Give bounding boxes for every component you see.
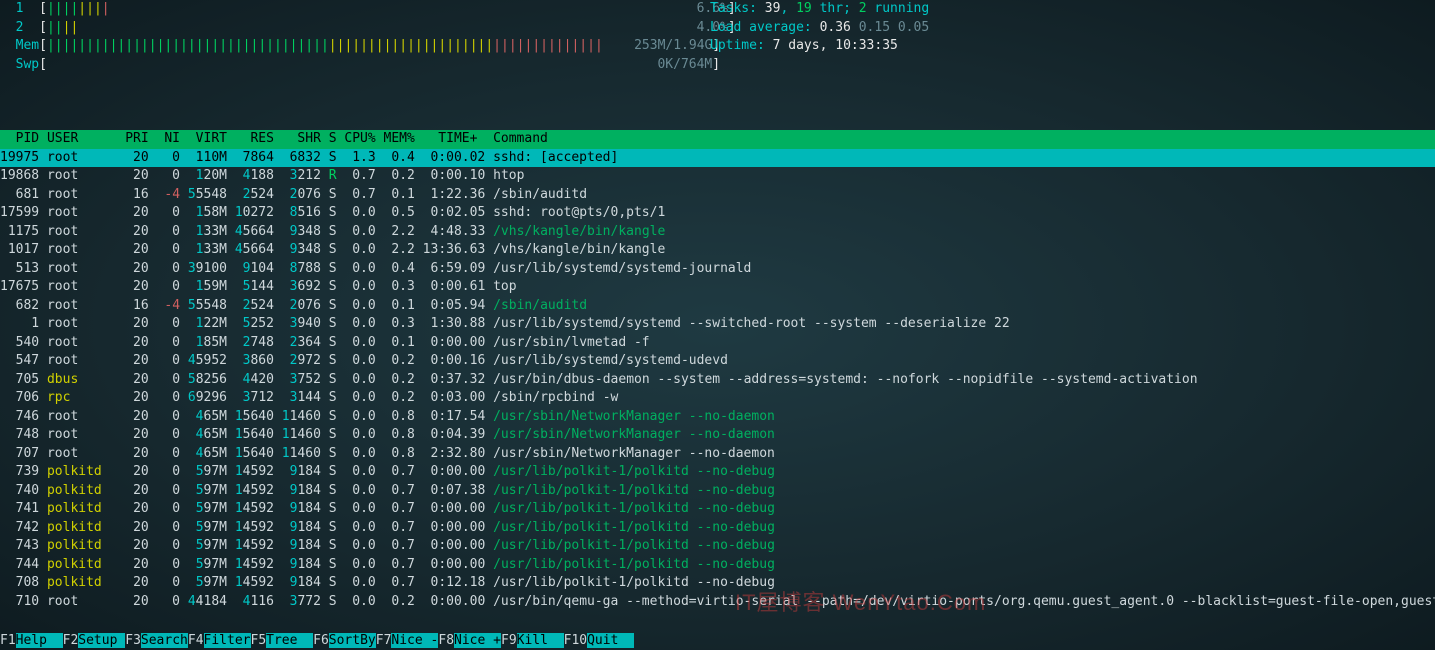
fkey-label[interactable]: Search (141, 633, 188, 648)
fkey-label[interactable]: Nice - (391, 633, 438, 648)
process-list[interactable]: PID USER PRI NI VIRT RES SHR S CPU% MEM%… (0, 130, 1435, 611)
load-line: Load average: 0.36 0.15 0.05 (710, 19, 929, 38)
cpu-meter: 2 [|||| 4.0%] (0, 19, 736, 38)
fkey-F9[interactable]: F9 (501, 633, 517, 648)
process-row[interactable]: 17599 root 20 0 158M 10272 8516 S 0.0 0.… (0, 204, 1435, 223)
fkey-F7[interactable]: F7 (376, 633, 392, 648)
fkey-F3[interactable]: F3 (125, 633, 141, 648)
process-row[interactable]: 739 polkitd 20 0 597M 14592 9184 S 0.0 0… (0, 463, 1435, 482)
fkey-F6[interactable]: F6 (313, 633, 329, 648)
fkey-label[interactable]: Nice + (454, 633, 501, 648)
fkey-F2[interactable]: F2 (63, 633, 79, 648)
meters-right: Tasks: 39, 19 thr; 2 runningLoad average… (710, 0, 929, 56)
process-row[interactable]: 707 root 20 0 465M 15640 11460 S 0.0 0.8… (0, 445, 1435, 464)
fkey-label[interactable]: Quit (587, 633, 634, 648)
process-row[interactable]: 748 root 20 0 465M 15640 11460 S 0.0 0.8… (0, 426, 1435, 445)
meters-left: 1 [|||||||| 6.6%] 2 [|||| 4.0%] Mem[||||… (0, 0, 736, 74)
process-row[interactable]: 682 root 16 -4 55548 2524 2076 S 0.0 0.1… (0, 297, 1435, 316)
process-row[interactable]: 17675 root 20 0 159M 5144 3692 S 0.0 0.3… (0, 278, 1435, 297)
process-row[interactable]: 19975 root 20 0 110M 7864 6832 S 1.3 0.4… (0, 149, 1435, 168)
fkey-F5[interactable]: F5 (251, 633, 267, 648)
process-row[interactable]: 513 root 20 0 39100 9104 8788 S 0.0 0.4 … (0, 260, 1435, 279)
fkey-F1[interactable]: F1 (0, 633, 16, 648)
process-row[interactable]: 681 root 16 -4 55548 2524 2076 S 0.7 0.1… (0, 186, 1435, 205)
fkey-label[interactable]: Filter (204, 633, 251, 648)
fkey-label[interactable]: Help (16, 633, 63, 648)
process-row[interactable]: 708 polkitd 20 0 597M 14592 9184 S 0.0 0… (0, 574, 1435, 593)
fkey-label[interactable]: Setup (78, 633, 125, 648)
fkey-label[interactable]: SortBy (329, 633, 376, 648)
process-row[interactable]: 746 root 20 0 465M 15640 11460 S 0.0 0.8… (0, 408, 1435, 427)
process-row[interactable]: 1175 root 20 0 133M 45664 9348 S 0.0 2.2… (0, 223, 1435, 242)
process-row[interactable]: 740 polkitd 20 0 597M 14592 9184 S 0.0 0… (0, 482, 1435, 501)
fkey-F4[interactable]: F4 (188, 633, 204, 648)
uptime-line: Uptime: 7 days, 10:33:35 (710, 37, 929, 56)
process-row[interactable]: 742 polkitd 20 0 597M 14592 9184 S 0.0 0… (0, 519, 1435, 538)
cpu-meter: 1 [|||||||| 6.6%] (0, 0, 736, 19)
process-row[interactable]: 19868 root 20 0 120M 4188 3212 R 0.7 0.2… (0, 167, 1435, 186)
process-row[interactable]: 743 polkitd 20 0 597M 14592 9184 S 0.0 0… (0, 537, 1435, 556)
process-row[interactable]: 1017 root 20 0 133M 45664 9348 S 0.0 2.2… (0, 241, 1435, 260)
process-row[interactable]: 741 polkitd 20 0 597M 14592 9184 S 0.0 0… (0, 500, 1435, 519)
process-row[interactable]: 744 polkitd 20 0 597M 14592 9184 S 0.0 0… (0, 556, 1435, 575)
mem-meter: Mem[||||||||||||||||||||||||||||||||||||… (0, 37, 736, 56)
process-header[interactable]: PID USER PRI NI VIRT RES SHR S CPU% MEM%… (0, 130, 1435, 149)
process-row[interactable]: 1 root 20 0 122M 5252 3940 S 0.0 0.3 1:3… (0, 315, 1435, 334)
process-row[interactable]: 705 dbus 20 0 58256 4420 3752 S 0.0 0.2 … (0, 371, 1435, 390)
swp-meter: Swp[ 0K/764M] (0, 56, 736, 75)
process-row[interactable]: 710 root 20 0 44184 4116 3772 S 0.0 0.2 … (0, 593, 1435, 612)
fkey-F10[interactable]: F10 (564, 633, 587, 648)
process-row[interactable]: 547 root 20 0 45952 3860 2972 S 0.0 0.2 … (0, 352, 1435, 371)
fkey-label[interactable]: Kill (517, 633, 564, 648)
process-row[interactable]: 540 root 20 0 185M 2748 2364 S 0.0 0.1 0… (0, 334, 1435, 353)
process-row[interactable]: 706 rpc 20 0 69296 3712 3144 S 0.0 0.2 0… (0, 389, 1435, 408)
fkey-F8[interactable]: F8 (438, 633, 454, 648)
footer-bar[interactable]: F1Help F2Setup F3SearchF4FilterF5Tree F6… (0, 632, 634, 650)
tasks-line: Tasks: 39, 19 thr; 2 running (710, 0, 929, 19)
fkey-label[interactable]: Tree (266, 633, 313, 648)
